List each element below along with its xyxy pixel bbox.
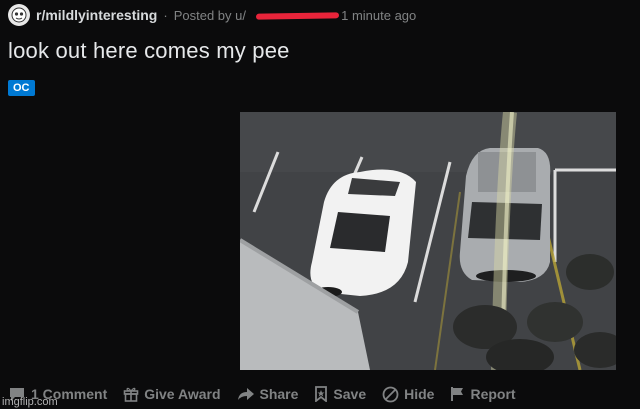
subreddit-icon[interactable] bbox=[8, 4, 30, 26]
report-label: Report bbox=[470, 386, 516, 402]
save-button[interactable]: Save bbox=[314, 386, 366, 402]
share-label: Share bbox=[259, 386, 299, 402]
share-icon bbox=[237, 388, 254, 400]
imgflip-watermark: imgflip.com bbox=[2, 396, 58, 408]
post-time: 1 minute ago bbox=[341, 7, 417, 23]
post-video-frame[interactable] bbox=[240, 112, 616, 370]
post-action-bar: 1 Comment Give Award Share Save Hide Rep… bbox=[8, 383, 516, 405]
hide-icon bbox=[382, 386, 399, 402]
redaction-mark bbox=[255, 11, 340, 20]
give-award-button[interactable]: Give Award bbox=[123, 386, 221, 402]
separator: · bbox=[163, 7, 168, 23]
post-title[interactable]: look out here comes my pee bbox=[8, 38, 290, 64]
share-button[interactable]: Share bbox=[237, 386, 299, 402]
oc-flair-badge[interactable]: OC bbox=[8, 80, 35, 96]
posted-by-label: Posted by u/ bbox=[173, 7, 246, 23]
hide-label: Hide bbox=[404, 386, 435, 402]
save-icon bbox=[315, 386, 328, 402]
post-header: r/mildlyinteresting · Posted by u/ redac… bbox=[8, 4, 416, 26]
report-button[interactable]: Report bbox=[450, 386, 516, 402]
report-icon bbox=[451, 387, 464, 401]
hide-button[interactable]: Hide bbox=[382, 386, 434, 403]
give-award-label: Give Award bbox=[144, 386, 221, 402]
gift-icon bbox=[123, 387, 139, 402]
save-label: Save bbox=[333, 386, 367, 402]
username-link[interactable]: redacted_user bbox=[252, 8, 340, 23]
subreddit-link[interactable]: r/mildlyinteresting bbox=[36, 7, 157, 23]
